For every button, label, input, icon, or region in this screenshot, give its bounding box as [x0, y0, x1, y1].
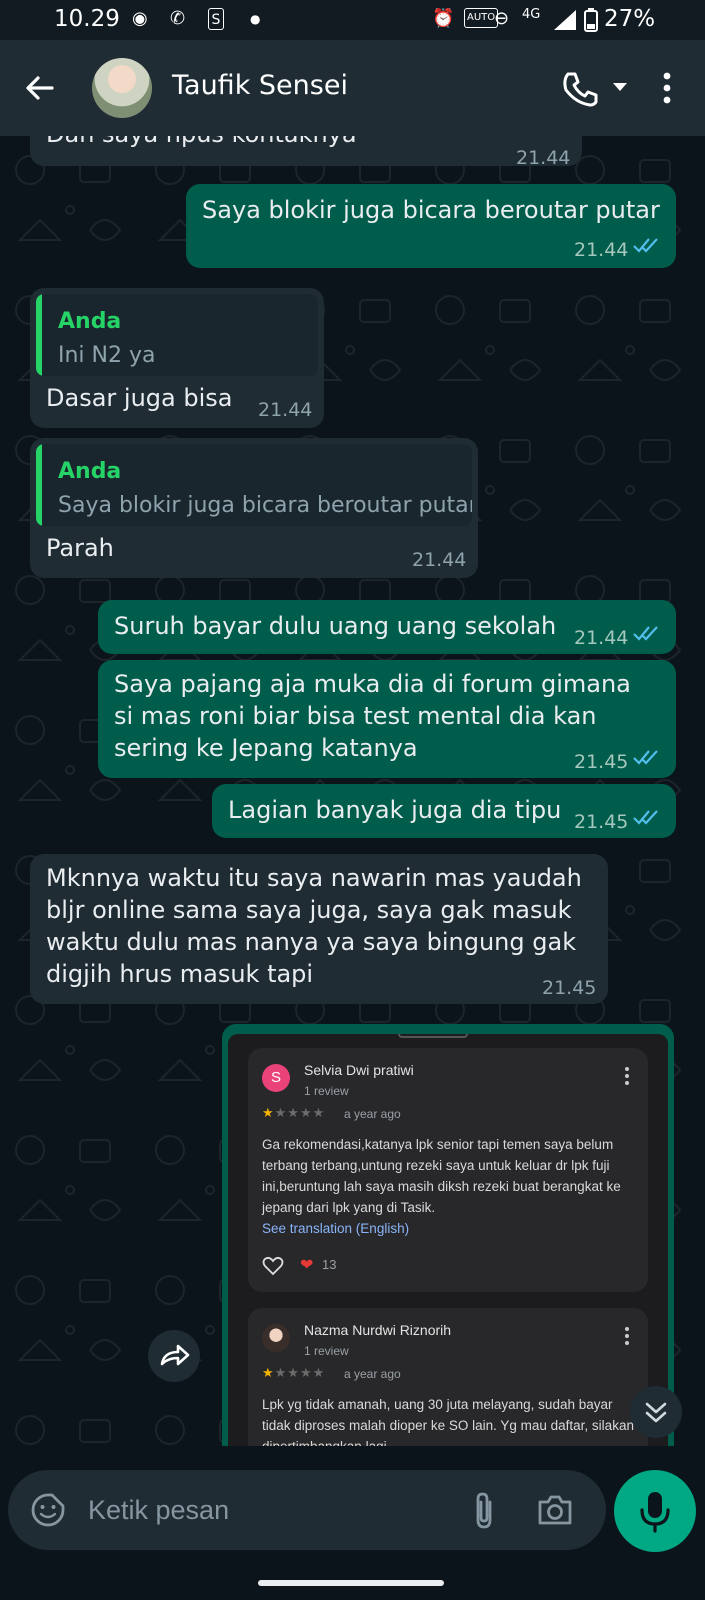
message-text-line: bljr online sama saya juga, saya gak mas… — [46, 896, 572, 924]
rating-stars: ★★★★★ — [262, 1106, 326, 1121]
message-text-line: si mas roni biar bisa test mental dia ka… — [114, 702, 597, 730]
forward-icon — [160, 1344, 190, 1366]
reviewer-name: Nazma Nurdwi Riznorih — [304, 1322, 452, 1338]
review-card: Nazma Nurdwi Riznorih 1 review ★★★★★ a y… — [248, 1308, 648, 1446]
image-message[interactable]: S Selvia Dwi pratiwi 1 review ★★★★★ a ye… — [222, 1024, 674, 1446]
incoming-message[interactable]: Mknnya waktu itu saya nawarin mas yaudah… — [30, 854, 608, 1004]
heart-reaction-icon: ❤ — [300, 1255, 314, 1274]
incoming-reply-message[interactable]: Anda Saya blokir juga bicara beroutar pu… — [30, 438, 478, 578]
message-text-line: sering ke Jepang katanya — [114, 734, 418, 762]
quote-accent-bar — [36, 294, 42, 376]
missed-call-icon: ✆ — [170, 8, 186, 29]
home-indicator[interactable] — [258, 1580, 444, 1586]
message-time: 21.45 — [542, 977, 597, 999]
camera-icon[interactable] — [536, 1492, 574, 1528]
quote-text: Saya blokir juga bicara beroutar putar — [58, 493, 472, 518]
chat-header: Taufik Sensei — [0, 40, 705, 136]
screenshot-top-handle — [398, 1034, 468, 1038]
outgoing-message[interactable]: Suruh bayar dulu uang uang sekolah 21.44 — [98, 600, 676, 654]
read-ticks-icon — [633, 238, 658, 253]
rating-stars: ★★★★★ — [262, 1366, 326, 1381]
review-screenshot-image[interactable]: S Selvia Dwi pratiwi 1 review ★★★★★ a ye… — [228, 1034, 668, 1446]
message-time: 21.44 — [574, 239, 629, 261]
alarm-icon: ⏰ — [432, 8, 455, 29]
review-date: a year ago — [344, 1367, 401, 1381]
app-notification-icon: ◉ — [132, 8, 148, 29]
quote-accent-bar — [36, 444, 42, 526]
incoming-message[interactable]: Dan saya hpus kontaknya 21.44 — [30, 136, 582, 169]
message-text-line: digjih hrus masuk tapi — [46, 960, 314, 988]
status-time: 10.29 — [54, 6, 120, 32]
like-outline-icon — [262, 1256, 284, 1276]
message-text: Dan saya hpus kontaknya — [46, 136, 357, 150]
pay-icon: S — [208, 8, 224, 30]
microphone-icon — [640, 1492, 670, 1533]
signal-icon — [554, 10, 576, 30]
chat-message-list[interactable]: Dan saya hpus kontaknya 21.44 Saya bloki… — [0, 136, 705, 1446]
review-more-icon — [625, 1067, 629, 1085]
review-text: Lpk yg tidak amanah, uang 30 juta melaya… — [262, 1397, 634, 1446]
forward-button[interactable] — [148, 1330, 200, 1382]
status-bar: 10.29 ◉ ✆ S ● ⏰ AUTO ⊖ 4G 27% — [0, 0, 705, 40]
quote-sender: Anda — [58, 309, 122, 334]
double-chevron-down-icon — [645, 1402, 667, 1423]
voice-call-icon[interactable] — [560, 68, 600, 108]
message-time: 21.44 — [412, 549, 467, 571]
network-type: 4G — [522, 7, 541, 22]
quoted-message[interactable]: Anda Ini N2 ya — [36, 294, 318, 376]
quote-text: Ini N2 ya — [58, 343, 156, 368]
more-options-icon[interactable] — [655, 68, 679, 108]
message-text: Lagian banyak juga dia tipu — [228, 796, 562, 824]
message-time: 21.44 — [258, 399, 313, 421]
see-translation-link: See translation (English) — [262, 1221, 410, 1236]
message-text: Dasar juga bisa — [46, 384, 233, 412]
more-notifications-dot: ● — [250, 12, 261, 26]
review-date: a year ago — [344, 1107, 401, 1121]
message-text: Parah — [46, 534, 114, 562]
message-time: 21.45 — [574, 751, 629, 773]
review-card: S Selvia Dwi pratiwi 1 review ★★★★★ a ye… — [248, 1048, 648, 1292]
message-text-line: waktu dulu mas nanya ya saya bingung gak — [46, 928, 577, 956]
quoted-message[interactable]: Anda Saya blokir juga bicara beroutar pu… — [36, 444, 472, 526]
sticker-emoji-icon[interactable] — [30, 1492, 66, 1528]
reviewer-name: Selvia Dwi pratiwi — [304, 1062, 414, 1078]
message-time: 21.44 — [574, 627, 629, 649]
message-time: 21.45 — [574, 811, 629, 833]
message-text-line: Mknnya waktu itu saya nawarin mas yaudah — [46, 864, 582, 892]
outgoing-message[interactable]: Saya blokir juga bicara beroutar putar 2… — [186, 184, 676, 268]
paperclip-attach-icon[interactable] — [470, 1490, 498, 1530]
read-ticks-icon — [633, 750, 658, 765]
message-text-line: Saya pajang aja muka dia di forum gimana — [114, 670, 631, 698]
review-body: Ga rekomendasi,katanya lpk senior tapi t… — [262, 1137, 621, 1215]
reviewer-avatar — [262, 1324, 290, 1352]
voice-record-button[interactable] — [614, 1470, 696, 1552]
contact-name[interactable]: Taufik Sensei — [172, 70, 348, 101]
reviewer-avatar: S — [262, 1064, 290, 1092]
review-more-icon — [625, 1327, 629, 1345]
do-not-disturb-icon: ⊖ — [494, 8, 510, 29]
call-dropdown-icon[interactable] — [611, 80, 629, 94]
review-text: Ga rekomendasi,katanya lpk senior tapi t… — [262, 1134, 634, 1239]
read-ticks-icon — [633, 810, 658, 825]
battery-icon — [584, 8, 598, 32]
incoming-reply-message[interactable]: Anda Ini N2 ya Dasar juga bisa 21.44 — [30, 288, 324, 428]
message-text: Suruh bayar dulu uang uang sekolah — [114, 612, 557, 640]
message-time: 21.44 — [516, 147, 571, 169]
outgoing-message[interactable]: Saya pajang aja muka dia di forum gimana… — [98, 660, 676, 778]
message-input[interactable] — [88, 1490, 448, 1530]
read-ticks-icon — [633, 626, 658, 641]
reviewer-review-count: 1 review — [304, 1344, 349, 1358]
message-composer — [8, 1470, 606, 1550]
reaction-count: 13 — [322, 1257, 337, 1272]
scroll-to-bottom-button[interactable] — [630, 1386, 682, 1438]
back-arrow-icon[interactable] — [22, 70, 58, 106]
battery-percent: 27% — [604, 6, 656, 32]
reviewer-review-count: 1 review — [304, 1084, 349, 1098]
contact-avatar[interactable] — [92, 58, 152, 118]
quote-sender: Anda — [58, 459, 122, 484]
outgoing-message[interactable]: Lagian banyak juga dia tipu 21.45 — [212, 784, 676, 838]
message-text: Saya blokir juga bicara beroutar putar — [202, 196, 660, 224]
